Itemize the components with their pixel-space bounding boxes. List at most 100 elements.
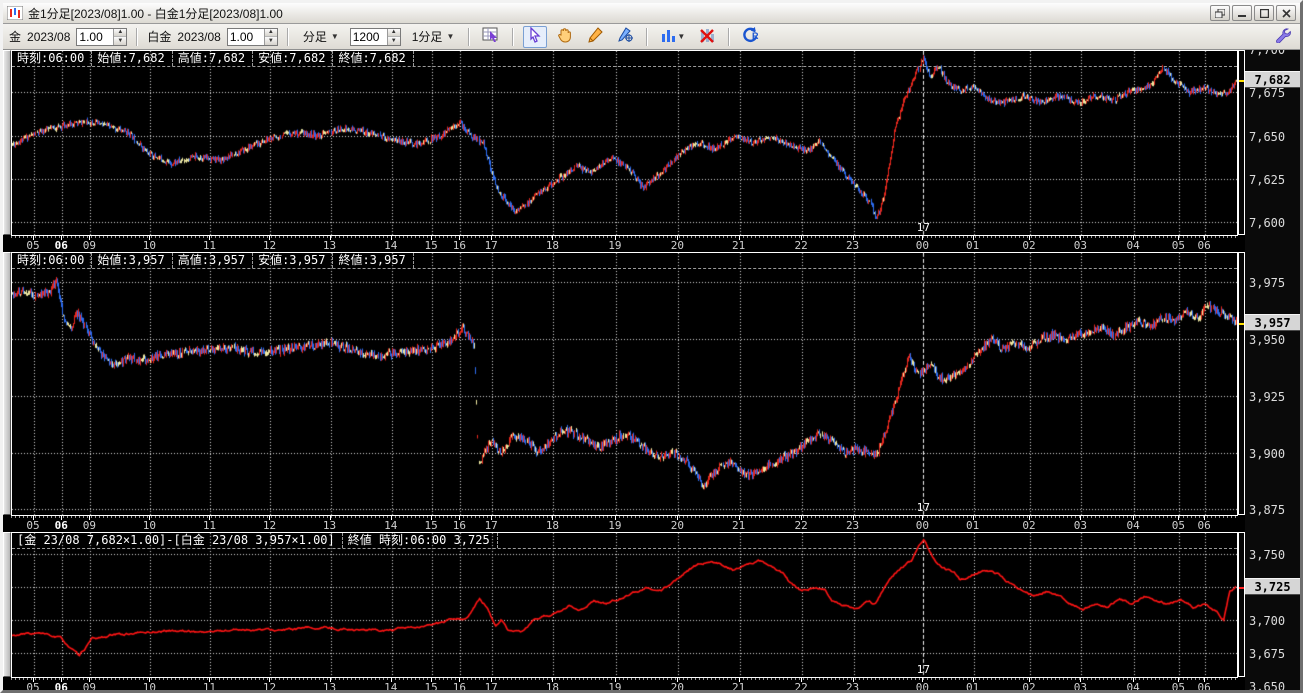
- chart-type-dropdown[interactable]: ▼: [657, 26, 689, 48]
- time-tick-label: 11: [203, 239, 216, 252]
- pointer-tool[interactable]: [523, 26, 547, 48]
- crosshair-select-tool[interactable]: [479, 26, 503, 48]
- time-tick-label: 16: [453, 519, 466, 532]
- time-tick-label: 21: [732, 239, 745, 252]
- time-axis: 0506091011121314151617181920212223000102…: [11, 515, 1238, 532]
- interval-dropdown[interactable]: 分足▼: [298, 26, 344, 47]
- time-tick-label: 06: [55, 519, 68, 532]
- time-tick-label: 05: [26, 239, 39, 252]
- platinum-ratio-input[interactable]: [228, 29, 264, 45]
- refresh-tool[interactable]: R: [739, 26, 763, 48]
- refresh-icon: R: [742, 27, 760, 46]
- close-button[interactable]: [1276, 5, 1296, 21]
- price-scale-strip[interactable]: [1238, 50, 1245, 235]
- gold-chart-panel: 時刻:06:00始値:7,682高値:7,682安値:7,682終値:7,682…: [3, 50, 1300, 252]
- bar-count-down-icon[interactable]: ▼: [388, 37, 400, 45]
- left-scale-slider[interactable]: [3, 252, 11, 515]
- candlestick-canvas[interactable]: [12, 253, 1237, 516]
- time-axis: 0506091011121314151617181920212223000102…: [11, 235, 1238, 252]
- time-tick-label: 22: [795, 519, 808, 532]
- last-price-box: 7,682: [1245, 71, 1300, 88]
- left-scale-slider[interactable]: [3, 50, 11, 235]
- bar-count-up-icon[interactable]: ▲: [388, 29, 400, 38]
- platinum-ratio-spinbox[interactable]: ▲▼: [227, 28, 278, 46]
- crosshair-select-icon: [482, 27, 500, 46]
- time-tick-label: 16: [453, 681, 466, 693]
- spread-line-canvas[interactable]: [12, 533, 1237, 678]
- time-tick-label: 15: [425, 519, 438, 532]
- platinum-ratio-up-icon[interactable]: ▲: [265, 29, 277, 38]
- maximize-button[interactable]: [1254, 5, 1274, 21]
- time-tick-label: 05: [1172, 519, 1185, 532]
- time-tick-label: 21: [732, 681, 745, 693]
- bar-count-input[interactable]: [351, 29, 387, 45]
- time-tick-label: 18: [546, 681, 559, 693]
- settings-tool[interactable]: [1270, 26, 1294, 48]
- chart-area: 時刻:06:00始値:7,682高値:7,682安値:7,682終値:7,682…: [3, 50, 1300, 690]
- titlebar[interactable]: 金1分足[2023/08]1.00 - 白金1分足[2023/08]1.00: [3, 3, 1300, 24]
- pan-tool[interactable]: [553, 26, 577, 48]
- price-label: 7,650: [1249, 130, 1285, 144]
- price-scale-strip[interactable]: [1238, 252, 1245, 515]
- gold-ratio-down-icon[interactable]: ▼: [114, 37, 126, 45]
- price-label: 3,950: [1249, 333, 1285, 347]
- gold-ratio-up-icon[interactable]: ▲: [114, 29, 126, 38]
- time-tick-label: 20: [671, 239, 684, 252]
- delete-chart-tool[interactable]: [695, 26, 719, 48]
- new-window-button[interactable]: [1210, 5, 1230, 21]
- time-tick-label: 13: [323, 681, 336, 693]
- time-tick-label: 01: [966, 239, 979, 252]
- platinum-label: 白金: [147, 28, 171, 45]
- bar-count-spinbox[interactable]: ▲▼: [350, 28, 401, 46]
- platinum-ratio-down-icon[interactable]: ▼: [265, 37, 277, 45]
- time-tick-label: 12: [263, 519, 276, 532]
- time-tick-label: 17: [485, 519, 498, 532]
- time-tick-label: 03: [1074, 239, 1087, 252]
- last-price-box: 3,957: [1245, 314, 1300, 331]
- last-price-marker: [1239, 587, 1244, 589]
- plot-area: 時刻:06:00始値:3,957高値:3,957安値:3,957終値:3,957…: [11, 252, 1238, 515]
- time-tick-label: 09: [83, 519, 96, 532]
- time-tick-label: 20: [671, 519, 684, 532]
- wrench-settings-icon: [1274, 27, 1291, 46]
- time-tick-label: 23: [846, 681, 859, 693]
- time-tick-label: 10: [143, 239, 156, 252]
- platinum-chart-panel: 時刻:06:00始値:3,957高値:3,957安値:3,957終値:3,957…: [3, 252, 1300, 532]
- left-scale-slider[interactable]: [3, 532, 11, 677]
- time-tick-label: 03: [1074, 681, 1087, 693]
- time-tick-label: 09: [83, 239, 96, 252]
- time-tick-label: 05: [26, 519, 39, 532]
- app-candlestick-icon: [7, 6, 23, 20]
- draw-pencil-tool[interactable]: [583, 26, 607, 48]
- time-tick-label: 22: [795, 681, 808, 693]
- draw-line-tool[interactable]: [613, 26, 637, 48]
- time-tick-label: 05: [1172, 681, 1185, 693]
- plot-area: 時刻:06:00始値:7,682高値:7,682安値:7,682終値:7,682…: [11, 50, 1238, 235]
- price-scale-strip[interactable]: [1238, 532, 1245, 677]
- time-tick-label: 15: [425, 239, 438, 252]
- toolbar-separator: [728, 28, 730, 46]
- time-tick-label: 06: [1198, 239, 1211, 252]
- hand-pan-icon: [557, 27, 573, 46]
- time-tick-label: 14: [384, 519, 397, 532]
- candlestick-canvas[interactable]: [12, 51, 1237, 236]
- chevron-down-icon: ▼: [446, 32, 454, 41]
- pointer-arrow-icon: [528, 27, 542, 46]
- price-label: 7,625: [1249, 173, 1285, 187]
- time-tick-label: 15: [425, 681, 438, 693]
- time-tick-label: 02: [1022, 681, 1035, 693]
- gold-label: 金: [9, 28, 21, 45]
- timeframe-dropdown[interactable]: 1分足▼: [407, 26, 460, 47]
- time-tick-label: 11: [203, 681, 216, 693]
- window-title: 金1分足[2023/08]1.00 - 白金1分足[2023/08]1.00: [28, 5, 283, 22]
- toolbar-separator: [287, 28, 289, 46]
- price-label: 3,925: [1249, 390, 1285, 404]
- gold-ratio-input[interactable]: [77, 29, 113, 45]
- minimize-button[interactable]: [1232, 5, 1252, 21]
- gold-ratio-spinbox[interactable]: ▲▼: [76, 28, 127, 46]
- time-tick-label: 23: [846, 519, 859, 532]
- time-tick-label: 22: [795, 239, 808, 252]
- time-tick-label: 05: [1172, 239, 1185, 252]
- toolbar-separator: [468, 28, 470, 46]
- time-tick-label: 11: [203, 519, 216, 532]
